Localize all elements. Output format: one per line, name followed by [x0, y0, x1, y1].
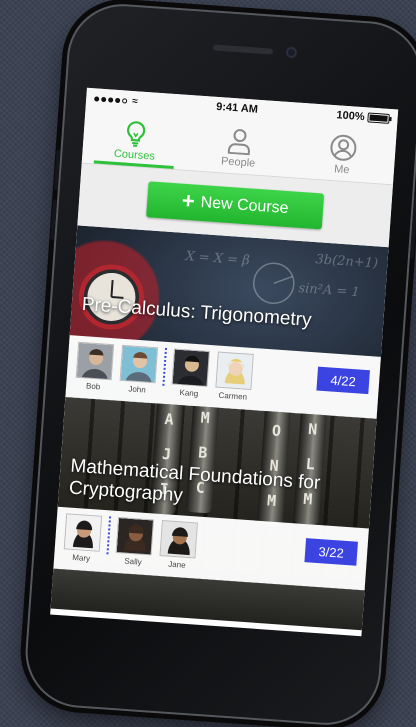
lesson-progress-badge: 4/22 [316, 366, 370, 395]
member-name: Carmen [218, 390, 248, 402]
tab-me-label: Me [333, 163, 350, 177]
avatar [119, 344, 159, 384]
plus-icon: + [181, 187, 196, 214]
member-name: John [128, 384, 147, 395]
chalk-circle-drawing [253, 262, 295, 305]
member[interactable]: Carmen [214, 351, 255, 402]
lightbulb-icon [127, 121, 146, 147]
profile-icon [330, 134, 357, 161]
new-course-label: New Course [200, 193, 290, 218]
tab-courses-label: Courses [113, 147, 156, 163]
member[interactable]: Mary [62, 513, 103, 564]
phone-mockup: ≈ 9:41 AM 100% Courses People Me + New C… [21, 0, 416, 727]
avatar [159, 520, 198, 559]
tab-courses[interactable]: Courses [82, 108, 190, 170]
member[interactable]: Kang [170, 348, 211, 399]
member-name: Jane [167, 559, 186, 570]
battery-indicator: 100% [336, 109, 390, 125]
person-icon [227, 129, 250, 156]
member[interactable]: John [118, 344, 159, 396]
lesson-progress-badge: 3/22 [304, 538, 358, 566]
app-screen: ≈ 9:41 AM 100% Courses People Me + New C… [50, 87, 399, 637]
member-name: Kang [179, 387, 199, 399]
divider [106, 516, 112, 555]
avatar [215, 351, 254, 390]
signal-icon: ≈ [94, 93, 138, 107]
tab-people-label: People [220, 155, 256, 170]
tab-me[interactable]: Me [289, 122, 397, 184]
status-time: 9:41 AM [215, 100, 259, 116]
member-name: Bob [85, 381, 101, 392]
course-card[interactable]: X = X = β 3b(2n+1) sin²A = 1 Pre-Calculu… [65, 225, 389, 419]
member[interactable]: Sally [114, 516, 155, 568]
tab-people[interactable]: People [185, 115, 293, 177]
avatar [75, 341, 115, 381]
member[interactable]: Bob [74, 341, 115, 393]
battery-percent: 100% [336, 109, 365, 124]
wifi-icon: ≈ [131, 95, 139, 107]
battery-icon [367, 112, 390, 124]
member[interactable]: Jane [158, 520, 199, 571]
new-course-button[interactable]: + New Course [146, 181, 325, 230]
divider [162, 347, 168, 386]
course-card[interactable]: AJI MBC ONM NLM Mathematical Foundations… [53, 397, 377, 591]
avatar [115, 516, 155, 556]
avatar [171, 348, 210, 387]
member-name: Sally [124, 556, 142, 567]
member-name: Mary [71, 552, 91, 564]
avatar [63, 513, 103, 552]
